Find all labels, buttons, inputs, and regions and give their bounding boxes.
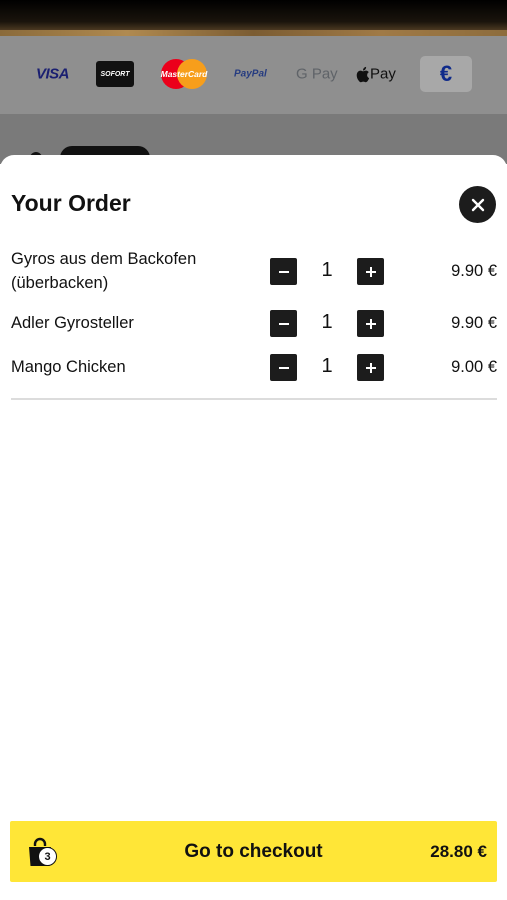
plus-icon	[365, 318, 376, 329]
quantity-value: 1	[321, 259, 333, 281]
quantity-value: 1	[321, 311, 333, 333]
euro-logo: €	[420, 56, 472, 92]
header-photo	[0, 0, 507, 36]
visa-logo: VISA	[36, 65, 70, 83]
minus-icon	[278, 322, 289, 325]
apple-icon	[356, 66, 370, 82]
minus-icon	[278, 366, 289, 369]
increase-quantity-button[interactable]	[357, 258, 384, 285]
increase-quantity-button[interactable]	[357, 310, 384, 337]
close-button[interactable]	[459, 186, 496, 223]
increase-quantity-button[interactable]	[357, 354, 384, 381]
payment-methods-strip: VISA SOFORT MasterCard PayPal G Pay Pay …	[0, 36, 507, 114]
google-pay-logo: G Pay	[296, 65, 338, 83]
decrease-quantity-button[interactable]	[270, 310, 297, 337]
mastercard-logo: MasterCard	[158, 58, 210, 90]
quantity-value: 1	[321, 355, 333, 377]
item-name: Adler Gyrosteller	[11, 314, 134, 332]
order-title: Your Order	[11, 190, 131, 216]
paypal-logo: PayPal	[234, 68, 267, 80]
minus-icon	[278, 270, 289, 273]
plus-icon	[365, 266, 376, 277]
order-sheet: Your Order Gyros aus dem Backofen (überb…	[0, 155, 507, 900]
checkout-button[interactable]: 3 Go to checkout 28.80 €	[10, 821, 497, 882]
decrease-quantity-button[interactable]	[270, 354, 297, 381]
apple-pay-logo: Pay	[356, 66, 396, 83]
apple-pay-text: Pay	[370, 65, 396, 83]
item-name: Gyros aus dem Backofen (überbacken)	[11, 250, 197, 292]
checkout-total: 28.80 €	[430, 842, 487, 861]
item-price: 9.90 €	[451, 262, 497, 280]
svg-text:MasterCard: MasterCard	[161, 69, 209, 79]
sofort-logo: SOFORT	[96, 61, 134, 87]
item-price: 9.90 €	[451, 314, 497, 332]
close-icon	[471, 198, 484, 211]
decrease-quantity-button[interactable]	[270, 258, 297, 285]
plus-icon	[365, 362, 376, 373]
item-price: 9.00 €	[451, 358, 497, 376]
order-divider	[11, 398, 497, 400]
item-name: Mango Chicken	[11, 358, 126, 376]
checkout-label: Go to checkout	[184, 841, 323, 862]
